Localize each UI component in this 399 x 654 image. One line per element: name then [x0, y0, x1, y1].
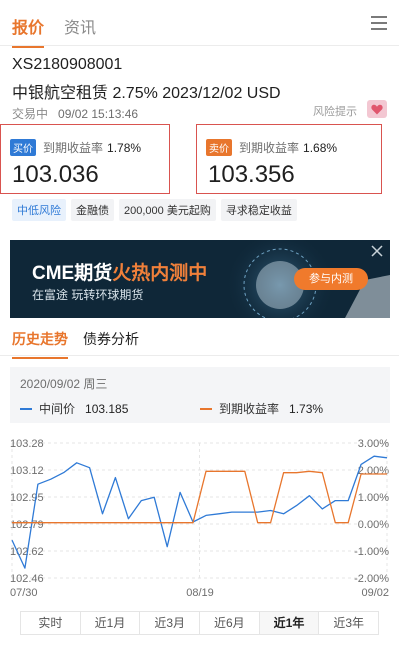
y-right-tick-label: -2.00% — [354, 573, 389, 585]
mid-price-label: 中间价 — [39, 402, 76, 416]
y-right-tick-label: 0.00% — [358, 519, 389, 531]
range-1y[interactable]: 近1年 — [259, 612, 320, 634]
tag-category: 金融债 — [71, 199, 114, 221]
y-left-tick-label: 102.95 — [10, 492, 44, 504]
ytm-value: 1.73% — [289, 401, 324, 416]
bond-code: XS2180908001 — [12, 56, 123, 73]
x-tick-label: 09/02 — [361, 587, 389, 599]
menu-icon[interactable] — [371, 16, 387, 30]
range-selector: 实时 近1月 近3月 近6月 近1年 近3年 — [20, 611, 379, 635]
y-right-tick-label: -1.00% — [354, 546, 389, 558]
range-1m[interactable]: 近1月 — [81, 612, 141, 634]
tag-min-purchase: 200,000 美元起购 — [119, 199, 216, 221]
quote-time: 09/02 15:13:46 — [58, 107, 139, 121]
sell-quote-box: 卖价 到期收益率 1.68% 103.356 — [196, 124, 382, 194]
y-right-tick-label: 2.00% — [358, 465, 389, 477]
tag-risk-level[interactable]: 中低风险 — [12, 199, 66, 221]
mid-price-line-swatch — [20, 407, 32, 410]
tab-quote[interactable]: 报价 — [12, 14, 45, 48]
tag-strategy: 寻求稳定收益 — [220, 199, 297, 221]
promo-banner[interactable]: CME期货火热内测中 在富途 玩转环球期货 参与内测 — [10, 240, 390, 318]
y-left-tick-label: 103.28 — [10, 438, 44, 450]
sell-ytm-label: 到期收益率 — [239, 141, 300, 155]
trading-status: 交易中 09/02 15:13:46 — [12, 105, 138, 122]
join-beta-button[interactable]: 参与内测 — [294, 268, 368, 290]
tab-history[interactable]: 历史走势 — [12, 329, 68, 359]
y-left-tick-label: 103.12 — [10, 465, 44, 477]
buy-ytm-value: 1.78% — [107, 141, 142, 155]
x-tick-label: 07/30 — [10, 587, 38, 599]
chart-info-panel: 2020/09/02 周三 中间价 103.185 到期收益率 1.73% — [10, 367, 390, 423]
sell-price: 103.356 — [208, 161, 295, 188]
sell-ytm-value: 1.68% — [303, 141, 338, 155]
sell-badge: 卖价 — [206, 139, 232, 156]
bond-tags: 中低风险 金融债 200,000 美元起购 寻求稳定收益 — [12, 199, 297, 221]
banner-title-highlight: 火热内测中 — [112, 263, 208, 284]
y-right-tick-label: 1.00% — [358, 492, 389, 504]
y-left-tick-label: 102.46 — [10, 573, 44, 585]
history-chart[interactable]: 103.28 103.12 102.95 102.79 102.62 102.46 3.00… — [0, 436, 399, 600]
range-3y[interactable]: 近3年 — [319, 612, 378, 634]
risk-tip-link[interactable]: 风险提示 — [313, 103, 357, 119]
trading-status-label: 交易中 — [12, 107, 49, 121]
legend-ytm: 到期收益率 1.73% — [200, 400, 323, 417]
ytm-label: 到期收益率 — [219, 402, 280, 416]
chart-date: 2020/09/02 周三 — [20, 377, 108, 391]
sell-ytm: 到期收益率 1.68% — [239, 139, 337, 156]
banner-subtitle: 在富途 玩转环球期货 — [32, 288, 144, 302]
y-left-tick-label: 102.79 — [10, 519, 44, 531]
range-3m[interactable]: 近3月 — [140, 612, 201, 634]
buy-quote-box: 买价 到期收益率 1.78% 103.036 — [0, 124, 170, 194]
buy-ytm-label: 到期收益率 — [43, 141, 104, 155]
buy-price: 103.036 — [12, 161, 99, 188]
heart-icon — [371, 104, 383, 114]
favorite-button[interactable] — [367, 100, 387, 118]
tab-bond-analysis[interactable]: 债券分析 — [83, 329, 139, 349]
x-tick-label: 08/19 — [186, 587, 214, 599]
top-tab-bar: 报价 资讯 — [0, 0, 399, 48]
mid-price-value: 103.185 — [85, 401, 129, 416]
banner-title-prefix: CME期货 — [32, 263, 113, 284]
legend-mid-price: 中间价 103.185 — [20, 400, 128, 417]
buy-ytm: 到期收益率 1.78% — [43, 139, 141, 156]
ytm-line-swatch — [200, 407, 212, 410]
tab-news[interactable]: 资讯 — [64, 14, 96, 38]
range-realtime[interactable]: 实时 — [21, 612, 81, 634]
buy-badge: 买价 — [10, 139, 36, 156]
range-6m[interactable]: 近6月 — [200, 612, 260, 634]
close-icon[interactable] — [370, 244, 384, 258]
bond-name: 中银航空租赁 2.75% 2023/12/02 USD — [12, 85, 281, 102]
history-chart-svg: 103.28103.12102.95102.79102.62102.463.00… — [10, 438, 389, 599]
section-tab-bar: 历史走势 债券分析 — [0, 320, 399, 359]
y-right-tick-label: 3.00% — [358, 438, 389, 450]
banner-title: CME期货火热内测中 — [32, 258, 207, 285]
